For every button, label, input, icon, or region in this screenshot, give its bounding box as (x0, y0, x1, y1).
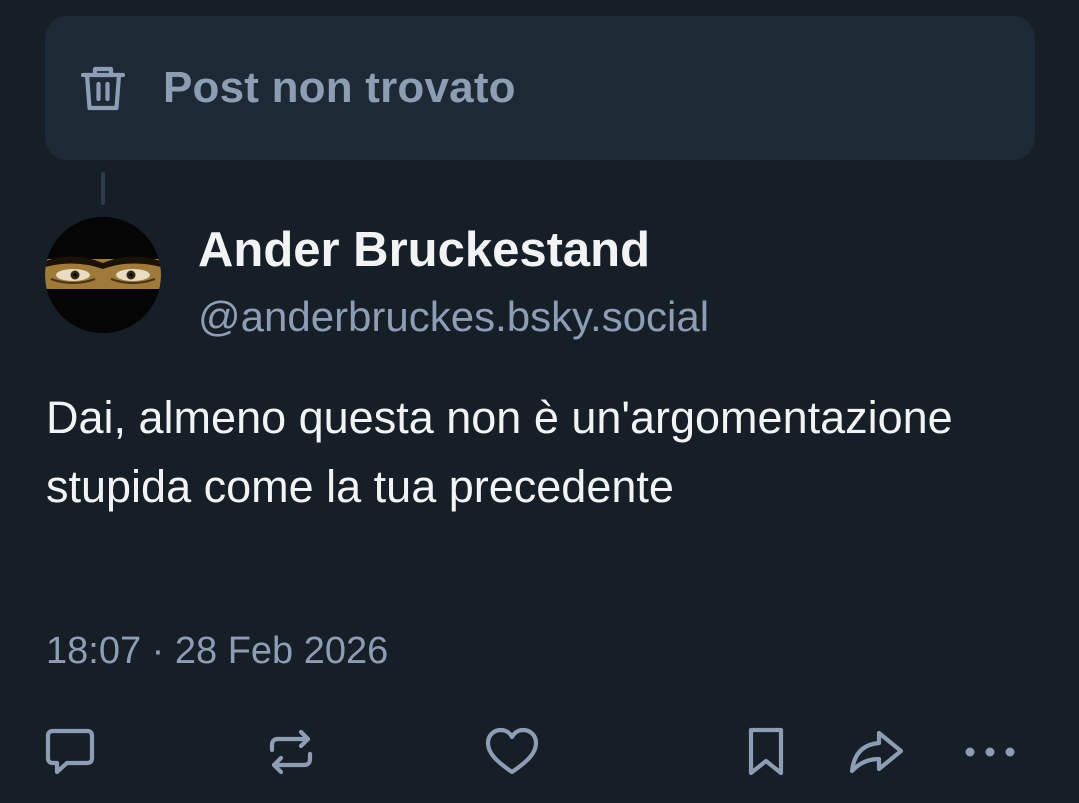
post-not-found-banner: Post non trovato (45, 16, 1035, 160)
like-button[interactable] (484, 724, 540, 780)
bookmark-icon (742, 725, 790, 779)
trash-icon (79, 64, 127, 112)
reply-button[interactable] (42, 724, 98, 780)
more-options-button[interactable] (962, 724, 1018, 780)
more-icon (962, 742, 1018, 762)
thread-connector-line (101, 172, 105, 205)
post-timestamp: 18:07 · 28 Feb 2026 (46, 630, 389, 672)
repost-button[interactable] (263, 724, 319, 780)
like-icon (484, 725, 540, 779)
post-text: Dai, almeno questa non è un'argomentazio… (46, 392, 953, 512)
reply-icon (43, 725, 97, 779)
author-name[interactable]: Ander Bruckestand (198, 222, 650, 278)
share-button[interactable] (848, 724, 904, 780)
post-not-found-label: Post non trovato (163, 63, 516, 112)
repost-icon (264, 725, 318, 779)
author-handle[interactable]: @anderbruckes.bsky.social (198, 293, 709, 341)
avatar[interactable] (45, 217, 161, 333)
share-icon (847, 725, 905, 779)
bookmark-button[interactable] (738, 724, 794, 780)
